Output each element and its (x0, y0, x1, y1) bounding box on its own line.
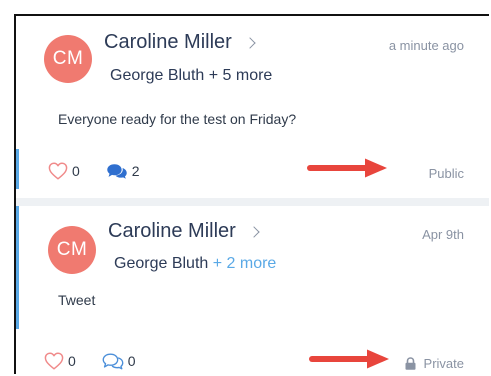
comment-button[interactable]: 2 (106, 162, 140, 180)
post-divider (16, 198, 489, 206)
author-name[interactable]: Caroline Miller (108, 220, 236, 243)
comments-filled-icon (107, 164, 127, 179)
post-message: Tweet (58, 292, 96, 308)
post-timestamp: Apr 9th (422, 227, 464, 242)
post-card: CM Caroline Miller George Bluth + 5 more… (16, 16, 482, 198)
visibility-label: Public (428, 166, 464, 181)
post-message: Everyone ready for the test on Friday? (58, 111, 297, 127)
like-button[interactable]: 0 (48, 162, 80, 180)
chevron-right-icon (248, 226, 260, 238)
visibility-label: Private (423, 356, 464, 371)
recipient-name: George Bluth (114, 255, 209, 272)
post-accent-bar (16, 149, 19, 189)
annotation-arrow (309, 349, 389, 369)
recipients-more-link[interactable]: + 2 more (213, 255, 277, 272)
avatar[interactable]: CM (44, 35, 92, 83)
heart-outline-icon (48, 162, 68, 180)
post-actions: 0 2 (48, 162, 166, 180)
visibility-indicator[interactable]: Public (429, 166, 464, 181)
recipients-more[interactable]: + 5 more (209, 67, 273, 84)
comments-outline-icon (102, 353, 124, 370)
like-count: 0 (68, 353, 76, 369)
author-line[interactable]: Caroline Miller (108, 220, 260, 243)
annotation-arrow (307, 158, 387, 178)
author-name[interactable]: Caroline Miller (104, 31, 232, 54)
recipient-name: George Bluth (110, 67, 205, 84)
recipients[interactable]: George Bluth + 2 more (114, 255, 276, 273)
like-button[interactable]: 0 (44, 352, 76, 370)
feed-frame: CM Caroline Miller George Bluth + 5 more… (14, 14, 489, 376)
visibility-indicator[interactable]: Private (405, 356, 464, 371)
post-card: CM Caroline Miller George Bluth + 2 more… (16, 206, 482, 376)
heart-outline-icon (44, 352, 64, 370)
author-line[interactable]: Caroline Miller (104, 31, 256, 54)
comment-count: 0 (127, 353, 136, 369)
lock-icon (405, 357, 416, 370)
recipients[interactable]: George Bluth + 5 more (110, 67, 272, 85)
avatar[interactable]: CM (48, 226, 96, 274)
chevron-right-icon (244, 37, 256, 49)
comment-count: 2 (131, 163, 140, 179)
like-count: 0 (72, 163, 80, 179)
comment-button[interactable]: 0 (102, 352, 136, 370)
post-actions: 0 0 (44, 352, 162, 370)
post-accent-bar (16, 206, 19, 329)
post-timestamp: a minute ago (388, 38, 464, 53)
